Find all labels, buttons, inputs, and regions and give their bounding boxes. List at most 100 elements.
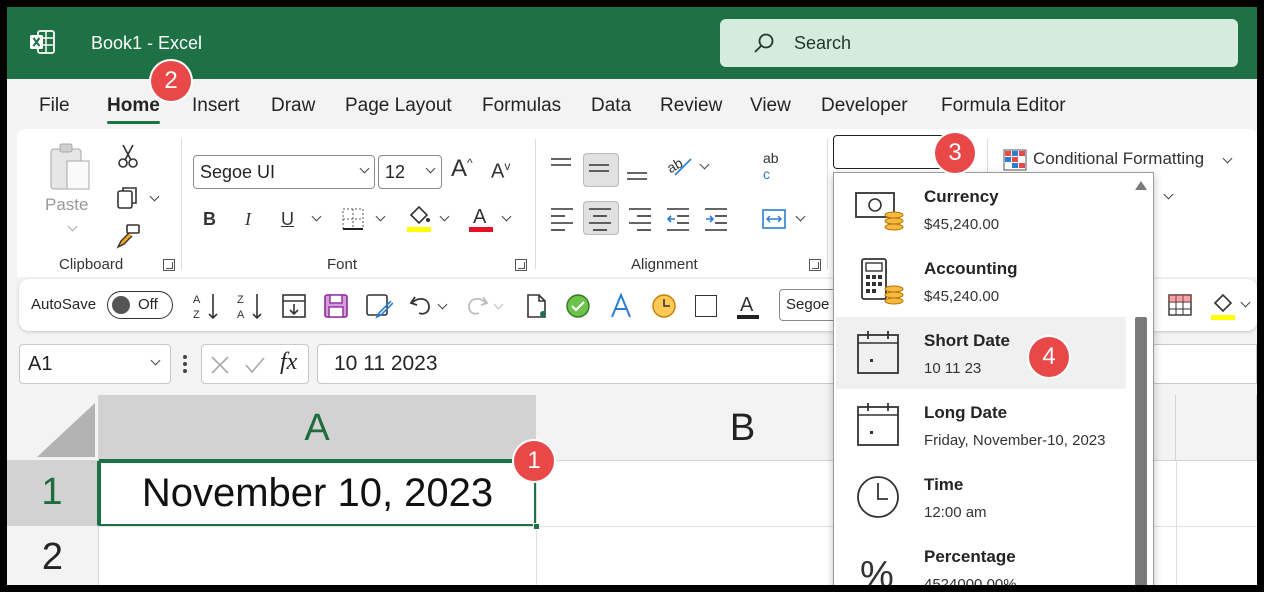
format-painter-icon[interactable] bbox=[115, 223, 141, 249]
horizontal-align-icons[interactable] bbox=[547, 205, 737, 233]
undo-icon[interactable] bbox=[409, 293, 433, 317]
shape-rectangle-icon[interactable] bbox=[695, 295, 717, 317]
check-icon[interactable] bbox=[565, 293, 591, 319]
orientation-dropdown-icon[interactable] bbox=[699, 159, 710, 170]
fill-color-dropdown-icon[interactable] bbox=[439, 211, 450, 222]
enter-icon[interactable] bbox=[244, 355, 266, 375]
insert-rows-icon[interactable] bbox=[281, 293, 307, 319]
sort-descending-icon[interactable]: Z A bbox=[237, 291, 265, 321]
format-option-accounting[interactable]: Accounting $45,240.00 bbox=[836, 245, 1126, 317]
column-header-d[interactable] bbox=[1176, 395, 1257, 461]
format-option-short-date[interactable]: Short Date 10 11 23 bbox=[836, 317, 1126, 389]
paste-dropdown-icon[interactable] bbox=[67, 221, 78, 232]
title-bar: Book1 - Excel Search bbox=[7, 7, 1257, 79]
borders-icon[interactable] bbox=[341, 207, 365, 231]
tab-formula-editor[interactable]: Formula Editor bbox=[941, 95, 1066, 117]
copy-icon[interactable] bbox=[115, 185, 141, 211]
sort-ascending-icon[interactable]: A Z bbox=[193, 291, 221, 321]
font-color-qat-icon[interactable]: A bbox=[735, 291, 761, 321]
tab-insert[interactable]: Insert bbox=[192, 95, 240, 117]
cut-icon[interactable] bbox=[117, 143, 139, 169]
tab-formulas[interactable]: Formulas bbox=[482, 95, 561, 117]
tab-page-layout[interactable]: Page Layout bbox=[345, 95, 452, 117]
table-borders-icon[interactable] bbox=[1167, 293, 1193, 317]
format-option-example: 4524000.00% bbox=[924, 576, 1017, 585]
svg-text:Z: Z bbox=[193, 309, 200, 321]
grow-font-icon[interactable]: A^ bbox=[451, 155, 473, 183]
font-size-select[interactable]: 12 bbox=[378, 155, 442, 189]
copy-dropdown-icon[interactable] bbox=[149, 191, 160, 202]
bold-button[interactable]: B bbox=[203, 209, 216, 230]
search-box[interactable]: Search bbox=[720, 19, 1238, 67]
alignment-launcher-icon[interactable] bbox=[809, 259, 821, 271]
format-option-percentage[interactable]: % Percentage 4524000.00% bbox=[836, 533, 1126, 585]
draw-pen-icon[interactable] bbox=[609, 293, 633, 319]
format-table-dropdown-icon[interactable] bbox=[1163, 189, 1174, 200]
tab-data[interactable]: Data bbox=[591, 95, 631, 117]
tab-developer[interactable]: Developer bbox=[821, 95, 908, 117]
clock-icon[interactable] bbox=[651, 293, 677, 319]
tab-draw[interactable]: Draw bbox=[271, 95, 315, 117]
font-family-select[interactable]: Segoe UI bbox=[193, 155, 375, 189]
scrollbar-thumb[interactable] bbox=[1135, 317, 1147, 585]
font-launcher-icon[interactable] bbox=[515, 259, 527, 271]
svg-text:A: A bbox=[473, 206, 487, 228]
search-icon bbox=[754, 33, 774, 53]
merge-center-icon[interactable] bbox=[761, 207, 787, 231]
underline-dropdown-icon[interactable] bbox=[311, 211, 322, 222]
format-option-title: Time bbox=[924, 475, 964, 494]
name-box-dropdown-icon[interactable] bbox=[150, 355, 161, 366]
tab-home[interactable]: Home bbox=[107, 95, 160, 124]
autosave-toggle[interactable]: Off bbox=[107, 291, 173, 319]
svg-text:ab: ab bbox=[665, 154, 686, 176]
conditional-formatting-dropdown-icon[interactable] bbox=[1222, 153, 1233, 164]
shrink-font-icon[interactable]: Av bbox=[491, 159, 510, 184]
paste-icon[interactable] bbox=[47, 141, 93, 193]
row-header-1[interactable]: 1 bbox=[7, 461, 99, 526]
fill-handle[interactable] bbox=[533, 523, 540, 530]
format-option-long-date[interactable]: Long Date Friday, November-10, 2023 bbox=[836, 389, 1126, 461]
formula-bar-grip-icon[interactable] bbox=[183, 355, 187, 373]
wrap-text-icon[interactable]: ab c bbox=[761, 149, 787, 183]
fill-color-icon[interactable] bbox=[405, 203, 433, 233]
format-option-currency[interactable]: Currency $45,240.00 bbox=[836, 173, 1126, 245]
formula-value: 10 11 2023 bbox=[334, 352, 438, 375]
vertical-align-icons[interactable] bbox=[547, 153, 647, 187]
scroll-up-arrow-icon[interactable] bbox=[1135, 181, 1147, 190]
conditional-formatting-button[interactable]: Conditional Formatting bbox=[1033, 149, 1204, 169]
cell-a1[interactable]: November 10, 2023 bbox=[99, 461, 536, 526]
tab-file[interactable]: File bbox=[39, 95, 70, 117]
insert-function-icon[interactable]: fx bbox=[280, 349, 297, 376]
tab-review[interactable]: Review bbox=[660, 95, 722, 117]
format-option-time[interactable]: Time 12:00 am bbox=[836, 461, 1126, 533]
redo-icon[interactable] bbox=[465, 293, 489, 317]
fill-color-qat-dropdown-icon[interactable] bbox=[1240, 297, 1251, 308]
conditional-formatting-icon[interactable] bbox=[1003, 149, 1027, 171]
alignment-group-label: Alignment bbox=[631, 256, 698, 273]
fill-color-qat-icon[interactable] bbox=[1209, 291, 1237, 321]
orientation-icon[interactable]: ab bbox=[665, 151, 695, 179]
paste-label[interactable]: Paste bbox=[45, 195, 88, 215]
row-header-2[interactable]: 2 bbox=[7, 526, 99, 585]
search-placeholder: Search bbox=[794, 33, 852, 53]
name-box[interactable]: A1 bbox=[19, 344, 171, 384]
merge-dropdown-icon[interactable] bbox=[795, 211, 806, 222]
save-icon[interactable] bbox=[323, 293, 349, 319]
font-color-dropdown-icon[interactable] bbox=[501, 211, 512, 222]
cancel-icon[interactable] bbox=[210, 355, 230, 375]
step-badge-4: 4 bbox=[1029, 337, 1069, 377]
underline-button[interactable]: U bbox=[281, 209, 294, 230]
save-as-icon[interactable] bbox=[365, 293, 393, 319]
undo-dropdown-icon[interactable] bbox=[437, 299, 448, 310]
clipboard-launcher-icon[interactable] bbox=[163, 259, 175, 271]
redo-dropdown-icon[interactable] bbox=[493, 299, 504, 310]
column-header-a[interactable]: A bbox=[99, 395, 536, 461]
tab-view[interactable]: View bbox=[750, 95, 791, 117]
font-color-icon[interactable]: A bbox=[467, 203, 495, 233]
italic-button[interactable]: I bbox=[245, 209, 251, 230]
borders-dropdown-icon[interactable] bbox=[375, 211, 386, 222]
new-document-icon[interactable] bbox=[525, 293, 549, 319]
number-format-combo[interactable] bbox=[833, 135, 947, 169]
select-all-corner[interactable] bbox=[7, 395, 99, 461]
dropdown-scrollbar[interactable] bbox=[1135, 181, 1147, 585]
